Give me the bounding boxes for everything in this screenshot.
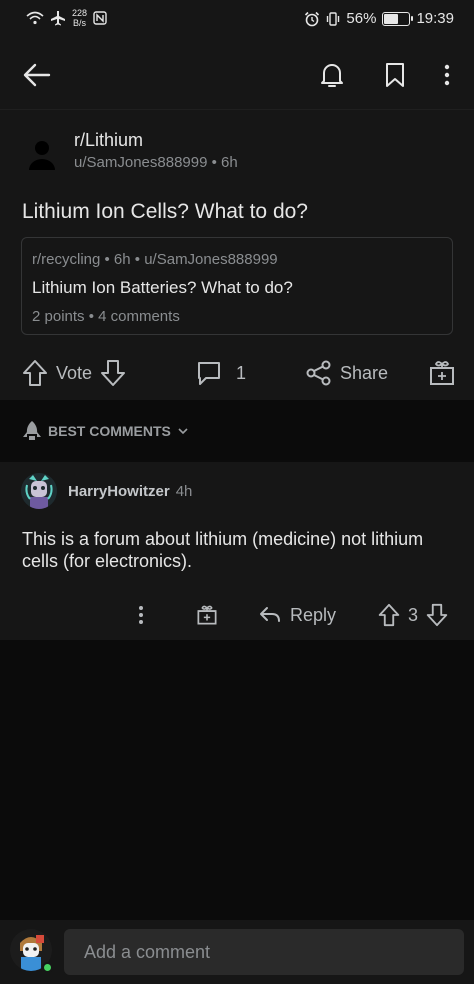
status-bar: 228 B/s 56% 19:39	[0, 0, 474, 40]
comment-body: This is a forum about lithium (medicine)…	[22, 529, 424, 571]
reply-icon	[260, 607, 280, 622]
clock: 19:39	[416, 10, 454, 27]
award-button[interactable]	[428, 358, 456, 388]
back-arrow-icon	[23, 63, 51, 87]
comments-button[interactable]: 1	[196, 358, 246, 388]
user-avatar-icon[interactable]	[24, 136, 60, 172]
comment-actions: Reply 3	[0, 600, 474, 630]
top-bar	[0, 40, 474, 110]
reply-button[interactable]: Reply	[258, 600, 336, 630]
share-label: Share	[340, 362, 389, 383]
airplane-icon	[51, 11, 65, 26]
crosspost-stats: 2 points • 4 comments	[32, 308, 180, 325]
sort-bar: BEST COMMENTS	[0, 400, 474, 462]
commenter-avatar[interactable]	[21, 473, 57, 509]
upvote-icon[interactable]	[378, 603, 400, 627]
chevron-down-icon	[178, 428, 188, 435]
nfc-icon	[93, 11, 107, 25]
rocket-icon	[23, 421, 41, 440]
sort-label: BEST COMMENTS	[48, 423, 171, 439]
crosspost-card[interactable]: r/recycling • 6h • u/SamJones888999 Lith…	[21, 237, 453, 335]
share-button[interactable]: Share	[306, 358, 388, 388]
network-speed-value: 228	[72, 8, 88, 18]
wifi-icon	[26, 11, 44, 25]
more-vertical-icon	[444, 64, 450, 86]
notifications-button[interactable]	[315, 58, 349, 92]
crosspost-title: Lithium Ion Batteries? What to do?	[32, 278, 293, 297]
post-card: r/Lithium u/SamJones888999 • 6h Lithium …	[0, 110, 474, 400]
more-vertical-icon	[139, 606, 143, 624]
add-comment-input[interactable]	[64, 929, 464, 975]
sort-selector[interactable]: BEST COMMENTS	[22, 420, 189, 442]
bell-icon	[321, 64, 343, 87]
save-button[interactable]	[378, 58, 412, 92]
upvote-icon[interactable]	[22, 359, 48, 387]
battery-percent: 56%	[346, 10, 377, 27]
subreddit-name[interactable]: r/Lithium	[74, 130, 143, 151]
network-speed-unit: B/s	[73, 18, 87, 28]
vote-label: Vote	[56, 362, 93, 383]
share-icon	[306, 360, 331, 386]
gift-icon	[430, 361, 454, 385]
vibrate-icon	[327, 11, 340, 26]
commenter-avatar-image	[21, 473, 57, 509]
post-actions: Vote 1 Share	[0, 358, 474, 388]
gift-icon	[197, 605, 217, 625]
alarm-icon	[305, 11, 320, 26]
post-meta[interactable]: u/SamJones888999 • 6h	[74, 154, 238, 171]
downvote-icon[interactable]	[426, 603, 448, 627]
battery-fill	[384, 13, 398, 24]
comment: HarryHowitzer 4h This is a forum about li…	[0, 462, 474, 640]
back-button[interactable]	[20, 58, 54, 92]
crosspost-meta: r/recycling • 6h • u/SamJones888999	[32, 251, 278, 268]
more-options-button[interactable]	[430, 58, 464, 92]
comment-time: 4h	[175, 483, 193, 500]
battery-icon	[382, 11, 414, 26]
comment-award-button[interactable]	[196, 600, 218, 630]
post-title: Lithium Ion Cells? What to do?	[22, 200, 308, 223]
comment-score: 3	[408, 604, 419, 625]
comment-icon	[198, 362, 220, 385]
network-speed: 228 B/s	[72, 8, 87, 28]
vote-group: Vote	[22, 358, 126, 388]
comment-author[interactable]: HarryHowitzer	[68, 483, 170, 500]
comment-vote-group: 3	[378, 600, 448, 630]
bookmark-icon	[386, 63, 404, 87]
comment-author-line: HarryHowitzer 4h	[68, 483, 192, 500]
online-status-indicator	[42, 962, 53, 973]
comment-composer	[0, 920, 474, 984]
status-left: 228 B/s	[26, 8, 107, 28]
downvote-icon[interactable]	[100, 359, 126, 387]
status-right: 56% 19:39	[304, 10, 454, 27]
reply-label: Reply	[290, 604, 337, 625]
comment-more-button[interactable]	[138, 600, 144, 630]
comment-count: 1	[236, 362, 247, 383]
